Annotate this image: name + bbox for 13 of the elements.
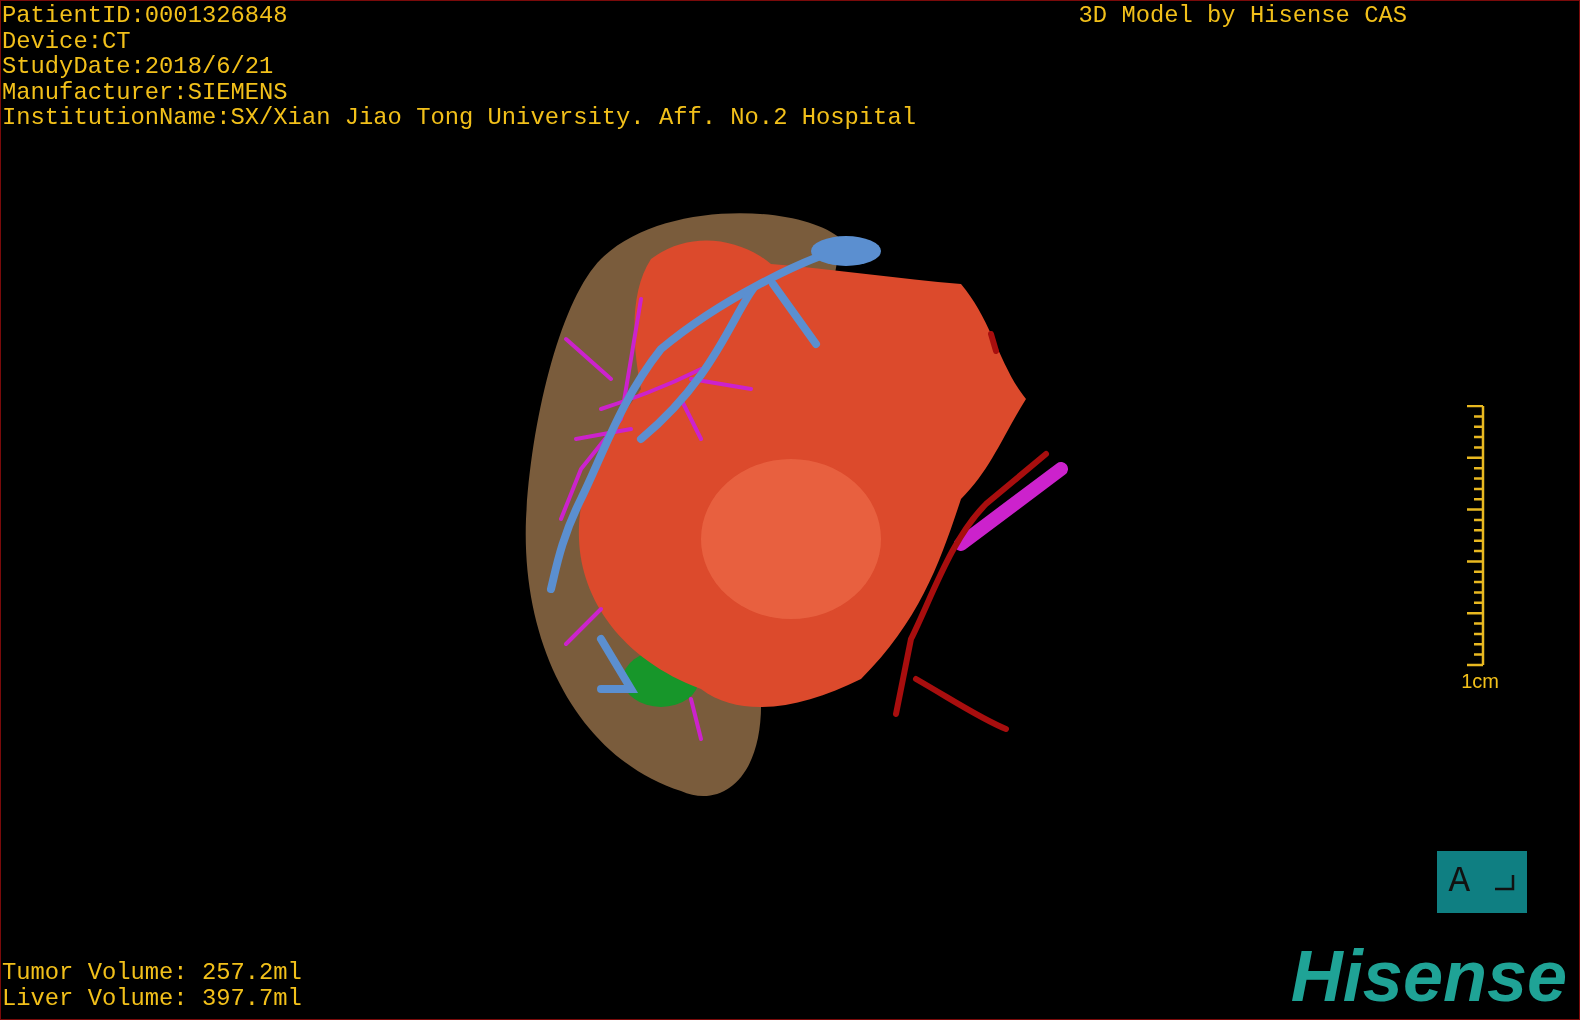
viewer-title: 3D Model by Hisense CAS — [1078, 3, 1407, 29]
info-line: InstitutionName:SX/Xian Jiao Tong University. Aff. No.2 Hospital — [2, 105, 916, 131]
volume-reading: Tumor Volume: 257.2ml — [2, 960, 302, 986]
info-line: StudyDate:2018/6/21 — [2, 54, 275, 80]
scale-ruler-icon — [1466, 404, 1485, 667]
info-line: Device:CT — [2, 28, 132, 54]
brand-logo: Hisense — [1290, 939, 1568, 1013]
info-line: PatientID:0001326848 — [2, 3, 289, 29]
scale-label: 1cm — [1461, 668, 1499, 693]
info-line: Manufacturer:SIEMENS — [2, 79, 289, 105]
corner-icon — [1493, 873, 1516, 891]
volume-reading: Liver Volume: 397.7ml — [2, 985, 302, 1011]
orientation-label: A — [1448, 862, 1471, 902]
